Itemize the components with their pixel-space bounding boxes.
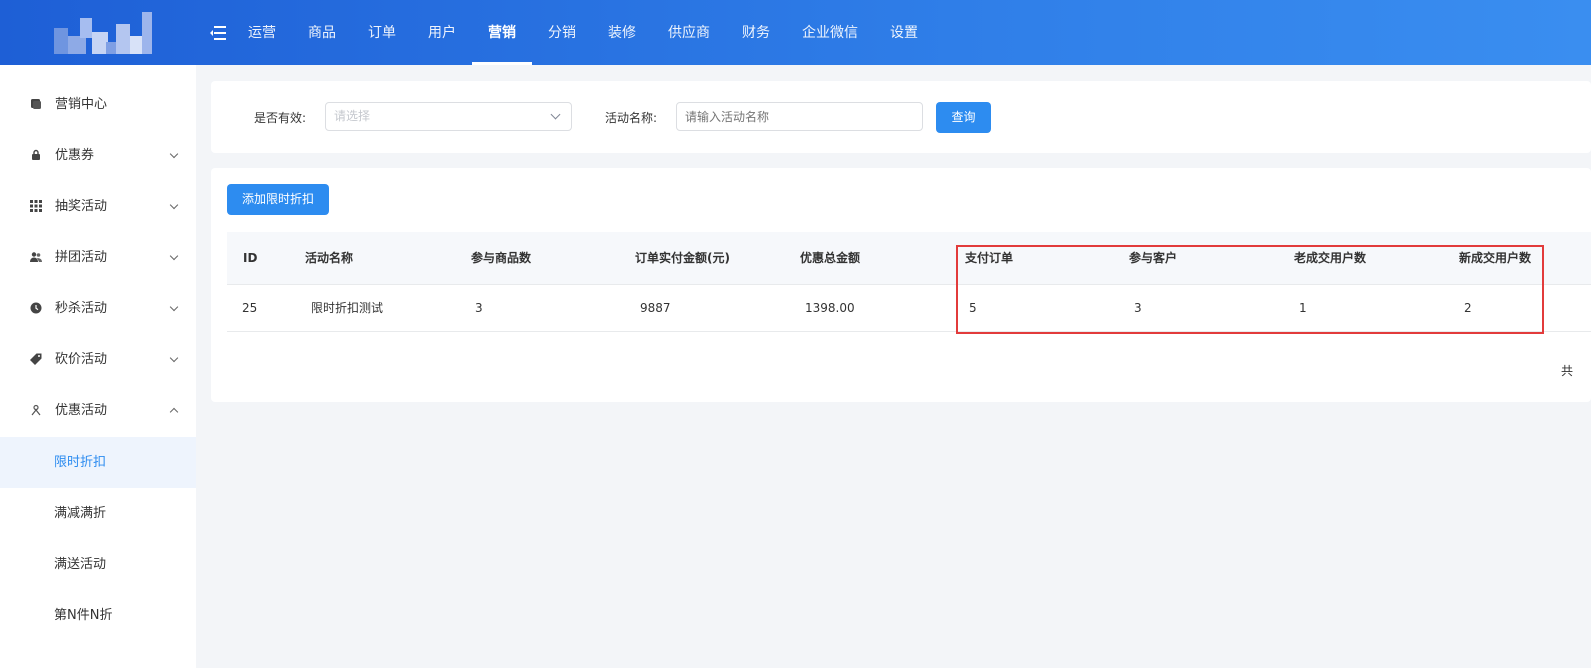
sidebar-item-label: 拼团活动 (55, 250, 108, 265)
nav-item-products[interactable]: 商品 (292, 0, 352, 65)
nav-item-decoration[interactable]: 装修 (592, 0, 652, 65)
top-header: 运营 商品 订单 用户 营销 分销 装修 供应商 财务 企业微信 设置 (0, 0, 1591, 65)
sidebar-subitem-label: 限时折扣 (54, 455, 107, 470)
lock-icon (32, 149, 40, 160)
cell-paid-amount: 9887 (640, 301, 671, 315)
valid-select[interactable]: 请选择 (325, 102, 572, 131)
sidebar-subitem-full-reduction[interactable]: 满减满折 (0, 488, 196, 539)
tag-icon (30, 353, 42, 365)
valid-filter-label: 是否有效: (254, 111, 307, 125)
activity-name-label: 活动名称: (605, 111, 658, 125)
stack-icon (31, 99, 41, 109)
brand-logo[interactable] (46, 6, 156, 60)
sidebar-subitem-label: 满送活动 (54, 557, 107, 572)
sidebar-subitem-label: 满减满折 (54, 506, 107, 521)
nav-item-suppliers[interactable]: 供应商 (652, 0, 726, 65)
menu-collapse-icon[interactable] (210, 26, 226, 40)
column-header-discount-total: 优惠总金额 (800, 251, 861, 265)
nav-item-wecom[interactable]: 企业微信 (786, 0, 874, 65)
nav-item-orders[interactable]: 订单 (352, 0, 412, 65)
grid-icon (30, 200, 42, 212)
sidebar-subitem-limited-discount[interactable]: 限时折扣 (0, 437, 196, 488)
filter-panel: 是否有效: 请选择 活动名称: 查询 (211, 81, 1591, 153)
cell-discount-total: 1398.00 (805, 301, 855, 315)
main-nav: 运营 商品 订单 用户 营销 分销 装修 供应商 财务 企业微信 设置 (232, 0, 934, 65)
chevron-down-icon (550, 109, 561, 120)
chevron-down-icon (169, 353, 179, 363)
sidebar-item-marketing-center[interactable]: 营销中心 (0, 79, 196, 130)
nav-item-settings[interactable]: 设置 (874, 0, 934, 65)
nav-item-distribution[interactable]: 分销 (532, 0, 592, 65)
sidebar-item-label: 砍价活动 (55, 352, 108, 367)
sidebar-item-label: 优惠券 (55, 148, 95, 163)
chevron-down-icon (169, 200, 179, 210)
chevron-up-icon (169, 407, 179, 417)
column-header-activity-name: 活动名称 (305, 251, 354, 265)
chevron-down-icon (169, 149, 179, 159)
chevron-down-icon (169, 302, 179, 312)
search-button[interactable]: 查询 (936, 102, 991, 133)
cell-product-count: 3 (475, 301, 483, 315)
highlight-annotation-box (956, 245, 1544, 334)
chevron-down-icon (169, 251, 179, 261)
sidebar-item-coupons[interactable]: 优惠券 (0, 130, 196, 181)
sidebar-item-lottery[interactable]: 抽奖活动 (0, 181, 196, 232)
nav-item-operations[interactable]: 运营 (232, 0, 292, 65)
valid-select-placeholder: 请选择 (334, 109, 371, 123)
activity-name-input[interactable] (676, 102, 923, 131)
sidebar-item-label: 秒杀活动 (55, 301, 108, 316)
sidebar-item-promotions[interactable]: 优惠活动 (0, 385, 196, 436)
nav-item-marketing[interactable]: 营销 (472, 0, 532, 65)
sidebar-item-label: 营销中心 (55, 97, 108, 112)
sidebar-subitem-full-gift[interactable]: 满送活动 (0, 539, 196, 590)
group-icon (30, 252, 42, 262)
add-limited-discount-button[interactable]: 添加限时折扣 (227, 184, 329, 215)
nav-item-finance[interactable]: 财务 (726, 0, 786, 65)
sidebar-item-label: 抽奖活动 (55, 199, 108, 214)
sidebar-item-label: 优惠活动 (55, 403, 108, 418)
gift-icon (31, 404, 41, 416)
sidebar-subitem-label: 第N件N折 (54, 608, 113, 623)
column-header-paid-amount: 订单实付金额(元) (635, 251, 730, 265)
nav-item-users[interactable]: 用户 (412, 0, 472, 65)
clock-icon (30, 302, 42, 314)
sidebar: 营销中心 优惠券 抽奖活动 拼团活动 秒杀活动 砍价活动 优惠活动 限时折扣 满… (0, 65, 196, 668)
column-header-id: ID (243, 251, 258, 265)
cell-activity-name: 限时折扣测试 (311, 301, 384, 315)
column-header-product-count: 参与商品数 (471, 251, 532, 265)
cell-id: 25 (242, 301, 258, 315)
sidebar-item-bargain[interactable]: 砍价活动 (0, 334, 196, 385)
sidebar-item-flash-sale[interactable]: 秒杀活动 (0, 283, 196, 334)
sidebar-subitem-nth-item-discount[interactable]: 第N件N折 (0, 590, 196, 641)
sidebar-item-group-buy[interactable]: 拼团活动 (0, 232, 196, 283)
pagination-total-fragment: 共 (1561, 364, 1574, 378)
